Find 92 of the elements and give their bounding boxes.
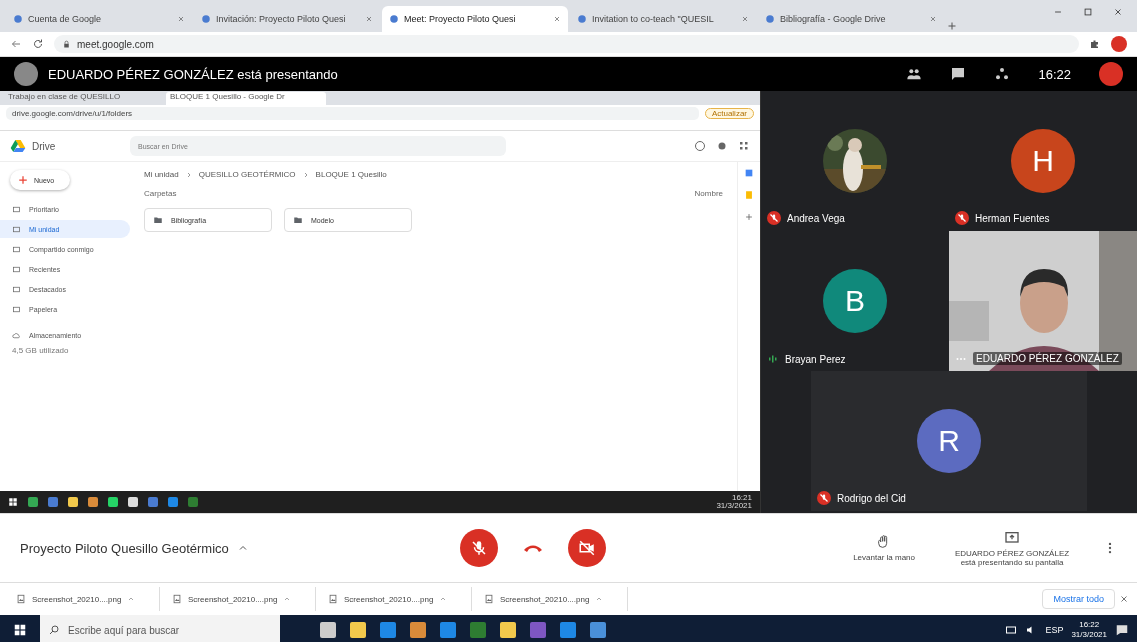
browser-tab[interactable]: Bibliografía - Google Drive: [758, 6, 944, 32]
plus-icon[interactable]: [744, 212, 754, 222]
clock-date: 31/3/2021: [1071, 630, 1107, 640]
search-icon: [48, 624, 60, 636]
image-file-icon: [484, 594, 494, 604]
participant-name: Andrea Vega: [787, 212, 845, 224]
cloud-icon: [12, 330, 21, 340]
participant-name: EDUARDO PÉREZ GONZÁLEZ: [973, 352, 1122, 365]
tab-favicon-icon: [201, 14, 211, 24]
raise-hand-button[interactable]: Levantar la mano: [847, 533, 921, 563]
address-bar[interactable]: meet.google.com: [54, 35, 1079, 53]
language-indicator[interactable]: ESP: [1045, 625, 1064, 635]
chevron-up-icon: [439, 595, 448, 603]
drive-logo-icon: [10, 138, 26, 154]
app-name: Drive: [32, 140, 56, 152]
chevron-up-icon: [595, 595, 604, 603]
download-item[interactable]: Screenshot_20210....png: [164, 587, 316, 611]
tab-favicon-icon: [13, 14, 23, 24]
plus-icon: [18, 175, 28, 185]
browser-tab[interactable]: Meet: Proyecto Piloto Quesi: [382, 6, 568, 32]
breadcrumb-item[interactable]: Mi unidad: [144, 170, 179, 179]
close-icon: [553, 15, 561, 23]
participant-name: Herman Fuentes: [975, 212, 1050, 224]
presenter-avatar: [14, 62, 38, 86]
browser-tab[interactable]: Invitación: Proyecto Piloto Quesi: [194, 6, 380, 32]
maximize-icon[interactable]: [1083, 7, 1093, 17]
muted-mic-icon: [817, 491, 831, 505]
meeting-title: Proyecto Piloto Quesillo Geotérmico: [20, 540, 229, 556]
address-bar[interactable]: drive.google.com/drive/u/1/folders: [6, 106, 699, 120]
download-item[interactable]: Screenshot_20210....png: [476, 587, 628, 611]
windows-icon[interactable]: [13, 623, 27, 637]
close-icon: [741, 15, 749, 23]
muted-mic-icon: [767, 211, 781, 225]
clock-date: 31/3/2021: [716, 502, 752, 510]
muted-mic-icon: [470, 539, 488, 557]
screen-share-icon: [1004, 529, 1020, 546]
tab-favicon-icon: [389, 14, 399, 24]
avatar-initial: B: [845, 284, 865, 318]
profile-avatar[interactable]: [1111, 36, 1127, 52]
storage-text: 4,5 GB utilizado: [11, 346, 70, 355]
camera-off-icon: [578, 539, 596, 557]
show-all-button[interactable]: Mostrar todo: [1042, 589, 1115, 609]
chevron-up-icon: [283, 595, 292, 603]
people-icon[interactable]: [906, 66, 923, 82]
back-icon[interactable]: [10, 38, 22, 50]
activities-icon[interactable]: [994, 66, 1011, 82]
lock-icon: [62, 39, 71, 49]
close-icon: [929, 15, 937, 23]
clock-time: 16:22: [1078, 620, 1101, 630]
audio-level-icon: [767, 353, 779, 365]
tab-favicon-icon: [765, 14, 775, 24]
camera-button[interactable]: [568, 529, 606, 567]
sort-button[interactable]: Nombre: [694, 189, 723, 198]
section-label: Carpetas: [144, 189, 177, 198]
breadcrumb-item[interactable]: BLOQUE 1 Quesillo: [315, 170, 387, 179]
apps-icon[interactable]: [738, 140, 750, 152]
windows-icon[interactable]: [8, 497, 18, 507]
close-icon[interactable]: [1119, 594, 1129, 604]
tab-favicon-icon: [577, 14, 587, 24]
image-file-icon: [172, 594, 182, 604]
browser-tab[interactable]: Invitation to co-teach "QUESIL: [570, 6, 756, 32]
avatar-initial: H: [1032, 144, 1054, 178]
close-icon: [365, 15, 373, 23]
participant-name: Brayan Perez: [785, 353, 846, 365]
participant-name: Rodrigo del Cid: [837, 492, 906, 504]
chat-icon[interactable]: [950, 66, 967, 82]
browser-tab[interactable]: Trabajo en clase de QUESILLO: [4, 92, 164, 105]
mic-button[interactable]: [460, 529, 498, 567]
search-field[interactable]: Escribe aquí para buscar: [40, 615, 280, 642]
browser-tab[interactable]: BLOQUE 1 Quesillo - Google Dr: [166, 92, 326, 105]
image-file-icon: [328, 594, 338, 604]
presenting-button[interactable]: EDUARDO PÉREZ GONZÁLEZ está presentando su pantalla: [941, 528, 1083, 568]
notification-icon[interactable]: [1115, 623, 1129, 637]
reload-icon[interactable]: [32, 38, 44, 50]
avatar-initial: R: [938, 424, 960, 458]
close-icon[interactable]: [1113, 7, 1123, 17]
image-file-icon: [16, 594, 26, 604]
browser-tab[interactable]: Cuenta de Google: [6, 6, 192, 32]
hang-up-icon: [524, 543, 542, 553]
extension-icon[interactable]: [1089, 38, 1101, 50]
clock-time: 16:21: [730, 494, 752, 502]
breadcrumb-item[interactable]: QUESILLO GEOTÉRMICO: [198, 170, 296, 179]
chevron-up-icon: [127, 595, 136, 603]
new-tab-icon[interactable]: [946, 20, 958, 32]
clock-time: 16:22: [1038, 66, 1071, 82]
download-item[interactable]: Screenshot_20210....png: [8, 587, 160, 611]
close-icon: [177, 15, 185, 23]
profile-avatar[interactable]: [1099, 62, 1123, 86]
presenter-text: EDUARDO PÉREZ GONZÁLEZ está presentando: [48, 66, 338, 82]
muted-mic-icon: [955, 211, 969, 225]
update-button[interactable]: Actualizar: [704, 107, 754, 119]
download-item[interactable]: Screenshot_20210....png: [320, 587, 472, 611]
